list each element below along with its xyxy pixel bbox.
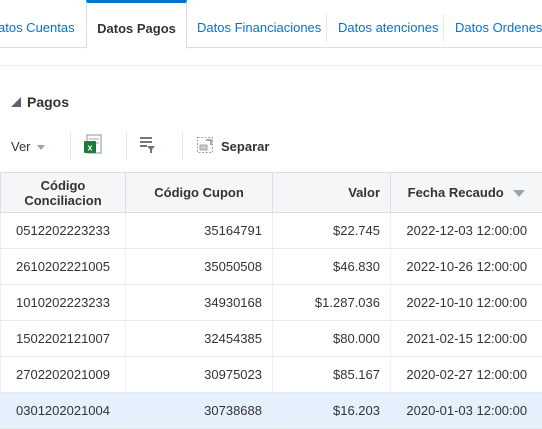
- cell-valor: $46.830: [273, 249, 391, 285]
- tab-label: Datos Ordenes: [455, 20, 542, 35]
- cell-codigo-conciliacion: 2610202221005: [1, 249, 126, 285]
- tab-datos-cuentas[interactable]: atos Cuentas: [0, 0, 84, 48]
- table-toolbar: Ver x: [0, 128, 542, 164]
- tab-datos-pagos[interactable]: Datos Pagos: [86, 0, 187, 49]
- column-header-line: Código: [41, 178, 86, 193]
- cell-valor: $85.167: [273, 357, 391, 393]
- excel-export-icon: x: [82, 134, 104, 159]
- sort-descending-icon[interactable]: [513, 190, 525, 197]
- cell-codigo-conciliacion: 1010202223233: [1, 285, 126, 321]
- column-header-codigo-conciliacion[interactable]: Código Conciliacion: [1, 173, 126, 213]
- tab-datos-ordenes[interactable]: Datos Ordenes: [455, 0, 542, 48]
- cell-codigo-cupon: 35050508: [126, 249, 273, 285]
- detach-button[interactable]: Separar: [196, 128, 269, 164]
- section-title: Pagos: [27, 94, 69, 110]
- content-divider: [0, 65, 542, 66]
- tab-divider: [443, 14, 444, 42]
- table-header-row: Código Conciliacion Código Cupon Valor F…: [1, 173, 542, 213]
- cell-valor: $16.203: [273, 393, 391, 429]
- table-row[interactable]: 2610202221005 35050508 $46.830 2022-10-2…: [1, 249, 542, 285]
- query-filter-button[interactable]: [138, 128, 158, 164]
- cell-fecha-recaudo: 2021-02-15 12:00:00: [391, 321, 542, 357]
- tab-bar: atos Cuentas Datos Pagos Datos Financiac…: [0, 0, 542, 48]
- cell-codigo-cupon: 32454385: [126, 321, 273, 357]
- view-menu-button[interactable]: Ver: [11, 128, 45, 164]
- pagos-table: Código Conciliacion Código Cupon Valor F…: [0, 172, 542, 429]
- column-header-label: Código Cupon: [154, 185, 244, 200]
- pagos-section-header[interactable]: Pagos: [11, 92, 69, 112]
- tab-label: Datos atenciones: [338, 20, 438, 35]
- query-filter-icon: [138, 135, 158, 158]
- cell-fecha-recaudo: 2022-10-10 12:00:00: [391, 285, 542, 321]
- tab-datos-financiaciones[interactable]: Datos Financiaciones: [197, 0, 327, 48]
- cell-fecha-recaudo: 2020-02-27 12:00:00: [391, 357, 542, 393]
- tab-label: atos Cuentas: [0, 20, 75, 35]
- table-row[interactable]: 1010202223233 34930168 $1.287.036 2022-1…: [1, 285, 542, 321]
- column-header-valor[interactable]: Valor: [273, 173, 391, 213]
- tab-label: Datos Financiaciones: [197, 20, 321, 35]
- cell-fecha-recaudo: 2020-01-03 12:00:00: [391, 393, 542, 429]
- cell-fecha-recaudo: 2022-12-03 12:00:00: [391, 213, 542, 249]
- tab-label: Datos Pagos: [97, 21, 176, 36]
- column-header-codigo-cupon[interactable]: Código Cupon: [126, 173, 273, 213]
- detach-icon: [196, 136, 214, 157]
- cell-valor: $80.000: [273, 321, 391, 357]
- tab-divider: [326, 14, 327, 42]
- cell-codigo-cupon: 30738688: [126, 393, 273, 429]
- cell-valor: $1.287.036: [273, 285, 391, 321]
- cell-codigo-cupon: 30975023: [126, 357, 273, 393]
- toolbar-divider: [182, 132, 183, 160]
- table-row[interactable]: 1502202121007 32454385 $80.000 2021-02-1…: [1, 321, 542, 357]
- collapse-triangle-icon[interactable]: [11, 97, 21, 107]
- svg-text:x: x: [87, 142, 92, 152]
- table-row[interactable]: 2702202021009 30975023 $85.167 2020-02-2…: [1, 357, 542, 393]
- toolbar-divider: [126, 132, 127, 160]
- chevron-down-icon: [37, 145, 45, 150]
- cell-codigo-cupon: 35164791: [126, 213, 273, 249]
- view-menu-label: Ver: [11, 139, 31, 154]
- tab-datos-atenciones[interactable]: Datos atenciones: [338, 0, 438, 48]
- column-header-line: Conciliacion: [24, 193, 101, 208]
- cell-codigo-conciliacion: 0512202223233: [1, 213, 126, 249]
- export-excel-button[interactable]: x: [82, 128, 104, 164]
- cell-valor: $22.745: [273, 213, 391, 249]
- cell-codigo-conciliacion: 1502202121007: [1, 321, 126, 357]
- cell-codigo-cupon: 34930168: [126, 285, 273, 321]
- cell-codigo-conciliacion: 2702202021009: [1, 357, 126, 393]
- column-header-fecha-recaudo[interactable]: Fecha Recaudo: [391, 173, 542, 213]
- table-row[interactable]: 0512202223233 35164791 $22.745 2022-12-0…: [1, 213, 542, 249]
- toolbar-divider: [70, 132, 71, 160]
- cell-fecha-recaudo: 2022-10-26 12:00:00: [391, 249, 542, 285]
- column-header-label: Fecha Recaudo: [408, 185, 504, 200]
- detach-label: Separar: [221, 139, 269, 154]
- column-header-label: Valor: [348, 185, 380, 200]
- cell-codigo-conciliacion: 0301202021004: [1, 393, 126, 429]
- table-row-selected[interactable]: 0301202021004 30738688 $16.203 2020-01-0…: [1, 393, 542, 429]
